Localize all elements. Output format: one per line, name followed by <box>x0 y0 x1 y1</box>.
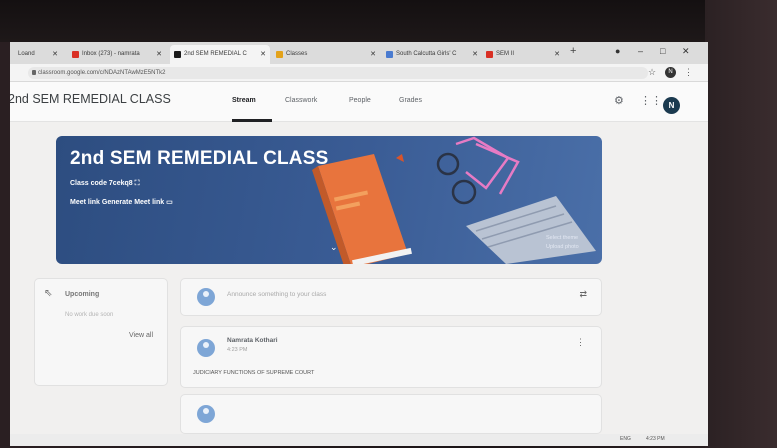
browser-tab[interactable]: South Calcutta Girls' C ✕ <box>382 45 482 64</box>
view-all-link[interactable]: View all <box>129 332 153 339</box>
browser-address-bar: classroom.google.com/c/NDAzNTAwMzE5NTk2 … <box>10 64 708 82</box>
announce-card[interactable]: Announce something to your class ⇄ <box>180 278 602 316</box>
stream-post: Namrata Kothari 4:23 PM ⋮ JUDICIARY FUNC… <box>180 326 602 388</box>
browser-menu-icon[interactable]: ⋮ <box>684 67 693 78</box>
browser-tab[interactable]: Classes ✕ <box>272 45 380 64</box>
account-avatar[interactable]: N <box>663 97 680 114</box>
mouse-cursor-icon: ⇖ <box>44 288 53 299</box>
upcoming-panel: Upcoming No work due soon View all <box>34 278 168 386</box>
classroom-app-bar: 2nd SEM REMEDIAL CLASS Stream Classwork … <box>10 82 708 122</box>
book-illustration <box>312 154 412 264</box>
avatar <box>197 405 215 423</box>
gmail-icon <box>72 51 79 58</box>
new-tab-icon[interactable]: + <box>570 45 576 57</box>
gear-icon[interactable]: ⚙ <box>614 94 624 107</box>
tab-stream[interactable]: Stream <box>232 97 256 104</box>
page-icon <box>486 51 493 58</box>
url-field[interactable]: classroom.google.com/c/NDAzNTAwMzE5NTk2 <box>28 67 648 79</box>
laptop-bezel-top <box>0 0 777 42</box>
post-author: Namrata Kothari <box>227 337 278 344</box>
apps-grid-icon[interactable]: ⋮⋮ <box>640 94 662 107</box>
tab-people[interactable]: People <box>349 97 371 104</box>
browser-tab[interactable]: Loand ✕ <box>10 45 62 64</box>
banner-illustration <box>312 136 596 264</box>
taskbar <box>10 434 708 446</box>
classroom-icon <box>276 51 283 58</box>
record-icon[interactable]: ● <box>615 46 620 56</box>
upcoming-empty-text: No work due soon <box>65 312 114 318</box>
laptop-bezel-right <box>705 0 777 448</box>
close-tab-icon[interactable]: ✕ <box>156 45 162 64</box>
lock-icon <box>32 70 36 75</box>
upcoming-title: Upcoming <box>65 291 100 298</box>
avatar <box>197 288 215 306</box>
upload-photo-link[interactable]: Upload photo <box>546 243 579 252</box>
post-time: 4:23 PM <box>227 347 248 353</box>
tab-grades[interactable]: Grades <box>399 97 422 104</box>
newspaper-illustration <box>466 196 596 264</box>
tab-classwork[interactable]: Classwork <box>285 97 317 104</box>
star-icon[interactable]: ☆ <box>648 67 656 78</box>
chevron-down-icon[interactable]: ⌄ <box>330 242 338 253</box>
minimize-icon[interactable]: – <box>638 46 643 56</box>
browser-tab[interactable]: Inbox (273) - namrata ✕ <box>68 45 166 64</box>
select-theme-link[interactable]: Select theme <box>546 234 579 243</box>
post-menu-icon[interactable]: ⋮ <box>576 337 585 348</box>
active-tab-indicator <box>232 119 272 122</box>
browser-tab-active[interactable]: 2nd SEM REMEDIAL C ✕ <box>170 45 270 64</box>
avatar <box>197 339 215 357</box>
class-title[interactable]: 2nd SEM REMEDIAL CLASS <box>10 92 171 106</box>
close-tab-icon[interactable]: ✕ <box>52 45 58 64</box>
close-tab-icon[interactable]: ✕ <box>370 45 376 64</box>
laptop-screen: Loand ✕ Inbox (273) - namrata ✕ 2nd SEM … <box>10 42 708 446</box>
class-banner: 2nd SEM REMEDIAL CLASS Class code 7cekq8… <box>56 136 602 264</box>
browser-profile-avatar[interactable]: N <box>665 67 676 78</box>
maximize-icon[interactable]: □ <box>660 46 665 56</box>
post-body: JUDICIARY FUNCTIONS OF SUPREME COURT <box>193 370 315 376</box>
comment-card[interactable] <box>180 394 602 434</box>
close-tab-icon[interactable]: ✕ <box>554 45 560 64</box>
banner-theme-options: Select theme Upload photo <box>546 234 579 252</box>
close-tab-icon[interactable]: ✕ <box>260 45 266 64</box>
browser-tab-bar: Loand ✕ Inbox (273) - namrata ✕ 2nd SEM … <box>10 42 708 64</box>
close-window-icon[interactable]: ✕ <box>682 46 690 57</box>
taskbar-language: ENG <box>620 436 631 442</box>
reuse-post-icon[interactable]: ⇄ <box>579 289 587 300</box>
close-tab-icon[interactable]: ✕ <box>472 45 478 64</box>
browser-tab[interactable]: SEM II ✕ <box>482 45 564 64</box>
taskbar-clock: 4:23 PM <box>646 436 665 442</box>
page-icon <box>386 51 393 58</box>
glasses-illustration <box>436 136 520 205</box>
classroom-icon <box>174 51 181 58</box>
announce-input[interactable]: Announce something to your class <box>227 291 326 298</box>
